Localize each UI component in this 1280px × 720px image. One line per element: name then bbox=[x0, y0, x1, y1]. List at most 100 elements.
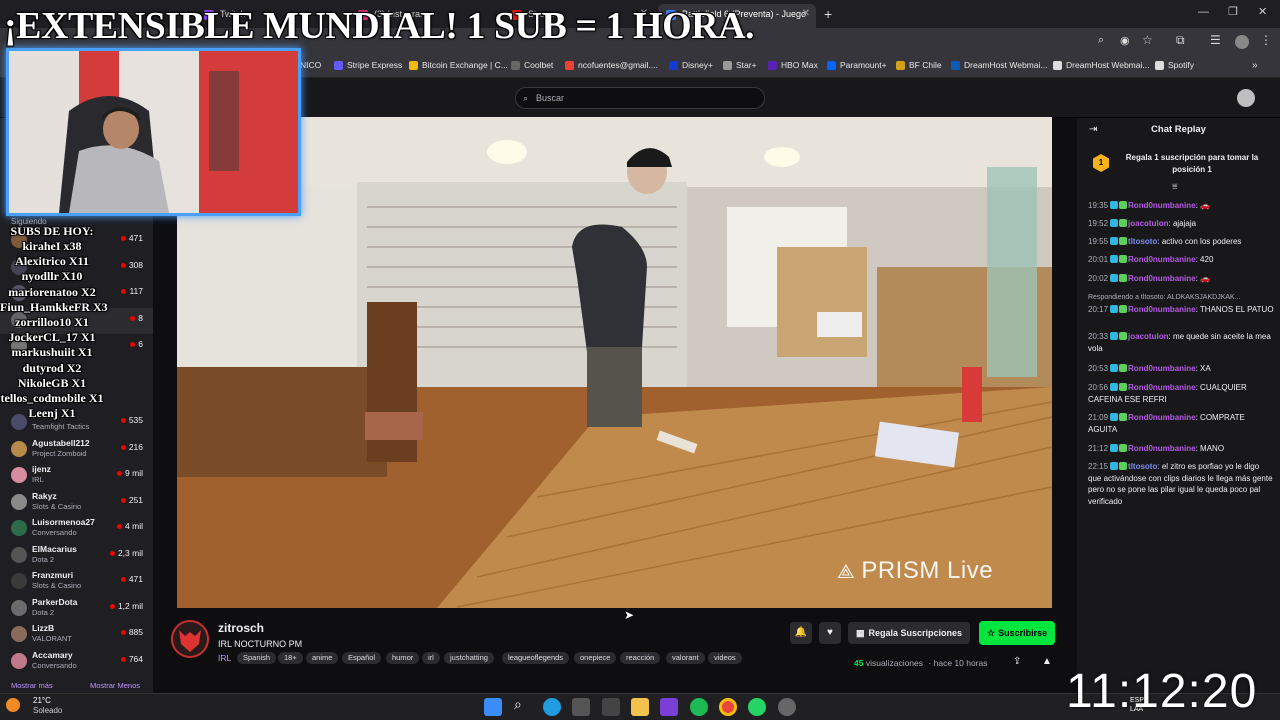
message-username[interactable]: tltosoto bbox=[1128, 462, 1157, 471]
bookmark-item[interactable]: DreamHost Webmai... bbox=[1053, 60, 1149, 70]
channel-avatar bbox=[11, 546, 27, 563]
start-icon[interactable] bbox=[484, 698, 502, 716]
bookmark-item[interactable]: ncofuentes@gmail.... bbox=[565, 60, 658, 70]
close-window-icon[interactable]: ✕ bbox=[1258, 5, 1267, 18]
message-username[interactable]: Rond0numbanine bbox=[1128, 444, 1196, 453]
gift-subs-button[interactable]: ▦ Regala Suscripciones bbox=[848, 622, 971, 644]
notification-bell-icon[interactable]: 🔔 bbox=[790, 622, 812, 644]
prism-logo-icon: ⟁ bbox=[837, 561, 856, 583]
bookmark-item[interactable]: HBO Max bbox=[768, 60, 818, 70]
menu-list-icon[interactable]: ☰ bbox=[1210, 33, 1221, 47]
channel-avatar bbox=[11, 599, 27, 616]
tag-chip[interactable]: irl bbox=[422, 652, 440, 664]
message-username[interactable]: tltosoto bbox=[1128, 237, 1157, 246]
message-username[interactable]: Rond0numbanine bbox=[1128, 305, 1196, 314]
message-username[interactable]: Rond0numbanine bbox=[1128, 383, 1196, 392]
video-player[interactable]: ⟁ PRISM Live bbox=[177, 117, 1052, 608]
pinned-gift-prompt[interactable]: Regala 1 suscripción para tomar la posic… bbox=[1117, 152, 1267, 175]
sidebar-channel[interactable]: ParkerDota Dota 2 1,2 mil bbox=[0, 596, 153, 622]
sidebar-channel[interactable]: ElMacarius Dota 2 2,3 mil bbox=[0, 543, 153, 569]
bookmark-item[interactable]: BF Chile bbox=[896, 60, 942, 70]
new-tab-icon[interactable]: + bbox=[824, 6, 832, 22]
tag-chip[interactable]: anime bbox=[306, 652, 339, 664]
expand-leaderboard-icon[interactable]: ⩸ bbox=[1172, 181, 1177, 192]
gift-icon: ▦ bbox=[856, 628, 865, 638]
weather-icon[interactable] bbox=[6, 698, 20, 712]
user-avatar[interactable] bbox=[1237, 89, 1255, 107]
overlay-headline: ¡EXTENSIBLE MUNDIAL! 1 SUB = 1 HORA. bbox=[4, 5, 755, 47]
sidebar-channel[interactable]: ijenz IRL 9 mil bbox=[0, 463, 153, 489]
maximize-icon[interactable]: ❐ bbox=[1228, 5, 1238, 18]
bookmark-item[interactable]: Spotify bbox=[1155, 60, 1194, 70]
channel-name[interactable]: zitrosch bbox=[218, 621, 264, 635]
message-username[interactable]: Rond0numbanine bbox=[1128, 274, 1196, 283]
message-username[interactable]: Rond0numbanine bbox=[1128, 364, 1196, 373]
sidebar-channel[interactable]: Luisormenoa27 Conversando 4 mil bbox=[0, 516, 153, 542]
message-username[interactable]: joacotulon bbox=[1128, 219, 1168, 228]
bookmark-item[interactable]: Stripe Express bbox=[334, 60, 402, 70]
show-more-link[interactable]: Mostrar más bbox=[11, 681, 53, 690]
message-username[interactable]: Rond0numbanine bbox=[1128, 413, 1196, 422]
minimize-icon[interactable]: — bbox=[1198, 6, 1209, 18]
sidebar-channel[interactable]: Accamary Conversando 764 bbox=[0, 649, 153, 675]
zoom-icon[interactable]: ⌕ bbox=[1098, 34, 1104, 47]
sidebar-channel[interactable]: Rakyz Slots & Casino 251 bbox=[0, 490, 153, 516]
chat-message: 20:02 Rond0numbanine: 🚗 bbox=[1088, 273, 1274, 285]
app-icon[interactable] bbox=[660, 698, 678, 716]
bookmark-item[interactable]: Bitcoin Exchange | C... bbox=[409, 60, 508, 70]
subscribe-button[interactable]: ☆ Suscribirse bbox=[979, 621, 1056, 645]
eye-icon[interactable]: ◉ bbox=[1120, 34, 1130, 47]
tag-chip[interactable]: 18+ bbox=[278, 652, 303, 664]
follow-heart-icon[interactable]: ♥ bbox=[819, 622, 841, 644]
extensions-icon[interactable]: ⧉ bbox=[1176, 33, 1185, 48]
message-text: THANOS EL PATUO bbox=[1199, 305, 1274, 314]
search-taskbar-icon[interactable]: ⌕ bbox=[514, 696, 522, 713]
bookmark-item[interactable]: NICO bbox=[300, 60, 321, 70]
bookmark-item[interactable]: Star+ bbox=[723, 60, 757, 70]
search-input[interactable]: ⌕ Buscar bbox=[515, 87, 765, 109]
tag-chip[interactable]: reacción bbox=[620, 652, 661, 664]
app-icon[interactable] bbox=[602, 698, 620, 716]
viewer-count: 6 bbox=[130, 339, 143, 349]
sidebar-channel[interactable]: Agustabell212 Project Zomboid 216 bbox=[0, 437, 153, 463]
sidebar-channel[interactable]: Franzmuri Slots & Casino 471 bbox=[0, 569, 153, 595]
tag-chip[interactable]: Spanish bbox=[237, 652, 277, 664]
tag-chip[interactable]: humor bbox=[386, 652, 420, 664]
edge-icon[interactable] bbox=[543, 698, 561, 716]
channel-avatar[interactable] bbox=[171, 620, 209, 658]
store-icon[interactable] bbox=[572, 698, 590, 716]
tag-chip[interactable]: Español bbox=[342, 652, 382, 664]
tag-chip[interactable]: videos bbox=[708, 652, 742, 664]
stream-category[interactable]: IRL bbox=[218, 653, 231, 663]
profile-avatar[interactable] bbox=[1235, 35, 1249, 49]
report-icon[interactable]: ▲ bbox=[1042, 656, 1052, 667]
message-username[interactable]: Rond0numbanine bbox=[1128, 201, 1196, 210]
tag-chip[interactable]: justchatting bbox=[444, 652, 494, 664]
whatsapp-icon[interactable] bbox=[748, 698, 766, 716]
share-icon[interactable]: ⇪ bbox=[1013, 656, 1021, 667]
message-username[interactable]: joacotulon bbox=[1128, 332, 1168, 341]
bookmark-item[interactable]: DreamHost Webmai... bbox=[951, 60, 1047, 70]
close-tab-icon[interactable]: ✕ bbox=[802, 4, 810, 24]
screen: Twitch (3) Instagram Stream ✕ Battlefield… bbox=[0, 0, 1280, 720]
more-bookmarks-icon[interactable]: » bbox=[1252, 60, 1258, 71]
bookmark-item[interactable]: Disney+ bbox=[669, 60, 713, 70]
tag-chip[interactable]: leagueoflegends bbox=[502, 652, 570, 664]
views-info: 45 visualizaciones · hace 10 horas bbox=[854, 658, 988, 668]
chat-message: 21:09 Rond0numbanine: COMPRATE AGUITA bbox=[1088, 412, 1274, 435]
star-icon[interactable]: ☆ bbox=[1142, 33, 1153, 47]
file-explorer-icon[interactable] bbox=[631, 698, 649, 716]
bookmark-item[interactable]: Paramount+ bbox=[827, 60, 887, 70]
more-options-icon[interactable]: ⋮ bbox=[1260, 33, 1272, 47]
viewer-count-value: 535 bbox=[128, 415, 143, 425]
spotify-taskbar-icon[interactable] bbox=[690, 698, 708, 716]
message-username[interactable]: Rond0numbanine bbox=[1128, 255, 1196, 264]
app-icon[interactable] bbox=[778, 698, 796, 716]
sidebar-channel[interactable]: LizzB VALORANT 885 bbox=[0, 622, 153, 648]
sub-badge-icon bbox=[1110, 332, 1119, 340]
chrome-taskbar-icon[interactable] bbox=[719, 698, 737, 716]
tag-chip[interactable]: onepiece bbox=[574, 652, 617, 664]
show-less-link[interactable]: Mostrar Menos bbox=[90, 681, 140, 690]
tag-chip[interactable]: valorant bbox=[666, 652, 705, 664]
bookmark-item[interactable]: Coolbet bbox=[511, 60, 553, 70]
